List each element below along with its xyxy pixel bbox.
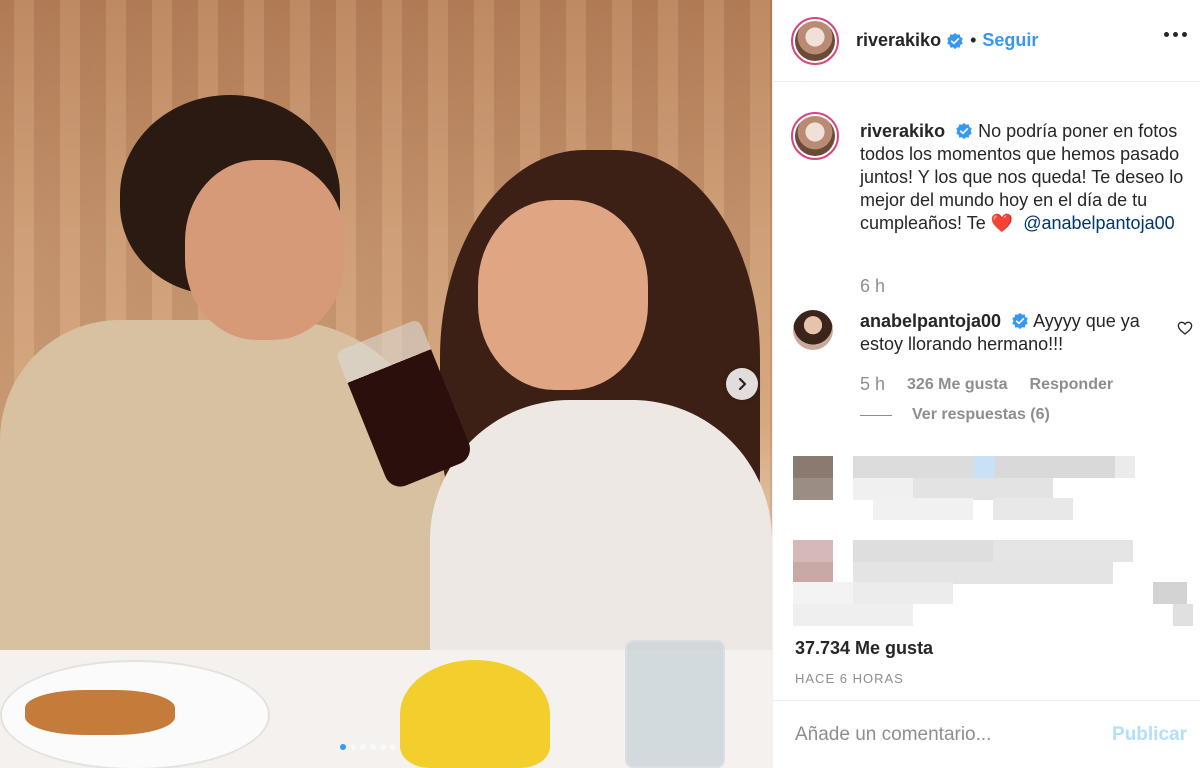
verified-badge-icon [1012,312,1028,330]
carousel-dot [390,744,396,750]
verified-badge-icon [947,32,963,49]
carousel-dot [350,744,356,750]
follow-button[interactable]: Seguir [982,30,1038,51]
post-header: riverakiko • Seguir [773,0,1200,82]
photo-water-glass [625,640,725,768]
comment-input[interactable] [795,723,1113,746]
verified-badge-icon [956,122,972,140]
caption-author-avatar[interactable] [791,112,839,160]
photo-girl-face [478,200,648,390]
caption-text: riverakiko No podría poner en fotos todo… [860,120,1190,235]
reply-button[interactable]: Responder [1030,376,1114,394]
commenter-username[interactable]: anabelpantoja00 [860,311,1001,331]
photo-boy-face [185,160,345,340]
comment-composer: Publicar [773,700,1200,768]
blurred-comment [793,540,1133,562]
heart-emoji: ❤️ [990,213,1014,233]
author-username[interactable]: riverakiko [856,30,941,51]
blurred-comment [793,498,1073,520]
blurred-comment [793,456,1135,478]
replies-divider [860,414,892,416]
more-options-icon[interactable] [1164,32,1187,37]
comment-meta: 5 h 326 Me gusta Responder [860,374,1113,395]
header-bullet: • [970,30,977,50]
comment-text: anabelpantoja00 Ayyyy que ya estoy llora… [860,310,1160,356]
comment-timestamp[interactable]: 5 h [860,374,885,395]
heart-outline-icon[interactable] [1177,320,1193,336]
carousel-next-button[interactable] [726,368,758,400]
caption-timestamp[interactable]: 6 h [860,276,885,297]
blurred-comment [793,562,1113,584]
carousel-dot [360,744,366,750]
view-replies-label: Ver respuestas (6) [912,406,1050,423]
caption-mention-link[interactable]: @anabelpantoja00 [1023,213,1174,233]
publish-button[interactable]: Publicar [1112,724,1187,746]
author-avatar[interactable] [791,16,839,65]
view-replies-button[interactable]: Ver respuestas (6) [860,406,1050,424]
carousel-dots [340,744,396,750]
post-side-panel: riverakiko • Seguir riverakiko No podría… [772,0,1200,768]
comment-likes[interactable]: 326 Me gusta [907,376,1007,394]
post-photo[interactable] [0,0,772,768]
caption-username[interactable]: riverakiko [860,121,945,141]
likes-count[interactable]: 37.734 Me gusta [795,638,933,659]
post-stats: 37.734 Me gusta HACE 6 HORAS [773,620,1200,700]
chevron-right-icon [738,377,747,391]
carousel-dot [380,744,386,750]
photo-food [25,690,175,735]
carousel-dot [340,744,346,750]
post-time-ago[interactable]: HACE 6 HORAS [795,671,904,686]
photo-flower [400,660,550,768]
carousel-dot [370,744,376,750]
commenter-avatar[interactable] [793,310,833,350]
blurred-comment [793,582,1187,604]
blurred-comment [793,478,1053,500]
